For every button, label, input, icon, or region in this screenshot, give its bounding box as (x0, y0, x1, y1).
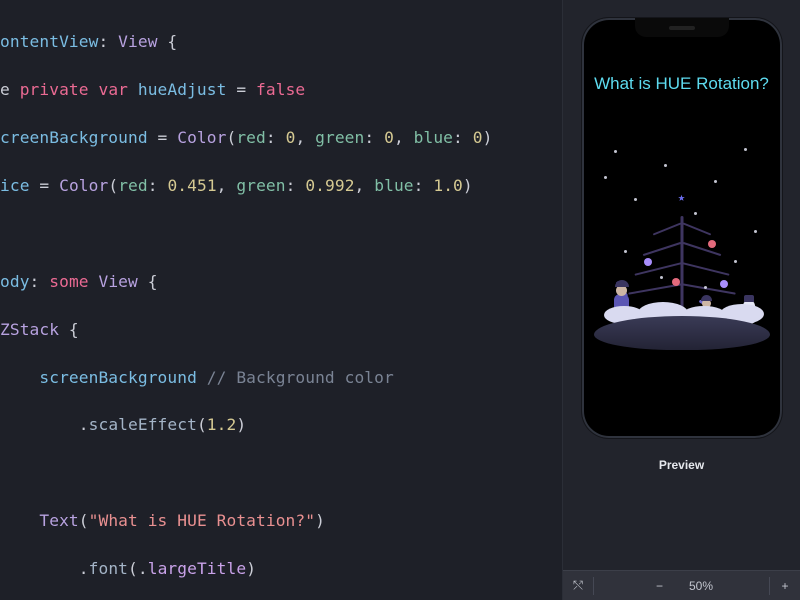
code-editor[interactable]: ontentView: View { e private var hueAdju… (0, 0, 562, 600)
code-line: .font(.largeTitle) (0, 557, 562, 581)
phone-notch (635, 18, 729, 37)
zoom-in-button[interactable]: + (770, 579, 800, 593)
zoom-level: 50% (689, 579, 713, 593)
code-line: ody: some View { (0, 270, 562, 294)
star-icon: ★ (678, 190, 685, 204)
phone-screen: What is HUE Rotation? ★ (588, 24, 776, 432)
pin-button[interactable]: ⤲ (563, 578, 593, 593)
preview-label: Preview (659, 458, 704, 472)
code-line: ontentView: View { (0, 30, 562, 54)
winter-scene: ★ (594, 140, 770, 350)
phone-preview[interactable]: What is HUE Rotation? ★ (582, 18, 782, 438)
code-line: creenBackground = Color(red: 0, green: 0… (0, 126, 562, 150)
pin-icon: ⤲ (573, 578, 583, 592)
preview-panel: What is HUE Rotation? ★ (562, 0, 800, 600)
preview-toolbar: ⤲ − 50% + (563, 570, 800, 600)
code-line: screenBackground // Background color (0, 366, 562, 390)
code-line: .scaleEffect(1.2) (0, 413, 562, 437)
code-line: Text("What is HUE Rotation?") (0, 509, 562, 533)
code-line: e private var hueAdjust = false (0, 78, 562, 102)
code-line: ZStack { (0, 318, 562, 342)
zoom-out-button[interactable]: − (650, 579, 669, 593)
code-line: ice = Color(red: 0.451, green: 0.992, bl… (0, 174, 562, 198)
phone-title: What is HUE Rotation? (588, 74, 776, 94)
